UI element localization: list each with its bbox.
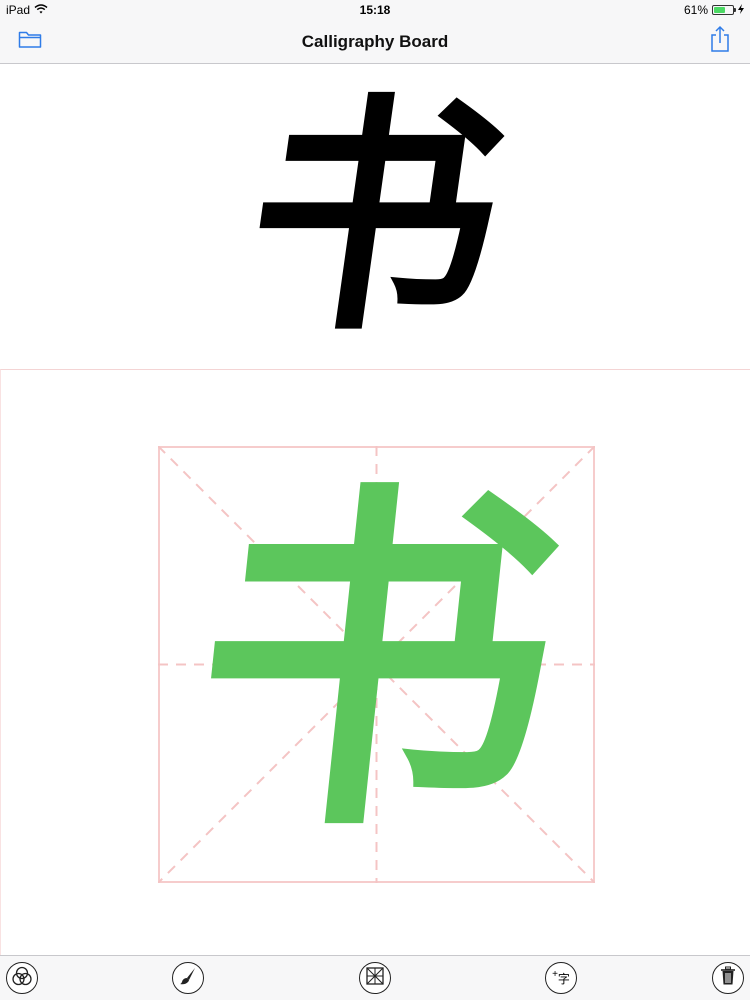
- color-button[interactable]: [6, 962, 38, 994]
- battery-percent: 61%: [683, 3, 708, 17]
- battery-fill: [714, 7, 725, 13]
- practice-grid: 书: [158, 446, 595, 883]
- status-right: 61%: [684, 0, 744, 20]
- brush-button[interactable]: [172, 962, 204, 994]
- brush-icon: [178, 966, 198, 991]
- share-button[interactable]: [698, 20, 742, 63]
- trash-button[interactable]: [712, 962, 744, 994]
- bottom-toolbar: + 字: [0, 955, 750, 1000]
- charging-icon: [738, 0, 744, 20]
- trash-icon: [719, 966, 737, 991]
- grid-icon: [365, 966, 385, 991]
- add-character-label: 字: [557, 971, 570, 986]
- battery-icon: [712, 5, 736, 15]
- reference-character: 书: [229, 69, 521, 364]
- writing-canvas[interactable]: 书: [0, 369, 750, 955]
- color-circles-icon: [11, 965, 33, 992]
- share-icon: [710, 25, 730, 58]
- battery-cap: [734, 8, 736, 12]
- page-title: Calligraphy Board: [301, 32, 449, 51]
- add-character-icon: + 字: [552, 969, 570, 987]
- status-bar: iPad 15:18 61%: [0, 0, 750, 20]
- grid-button[interactable]: [359, 962, 391, 994]
- practice-character: 书: [174, 454, 579, 874]
- navigation-bar: Calligraphy Board: [0, 20, 750, 64]
- add-character-button[interactable]: + 字: [545, 962, 577, 994]
- reference-area: 书: [0, 64, 750, 369]
- status-time: 15:18: [359, 3, 391, 17]
